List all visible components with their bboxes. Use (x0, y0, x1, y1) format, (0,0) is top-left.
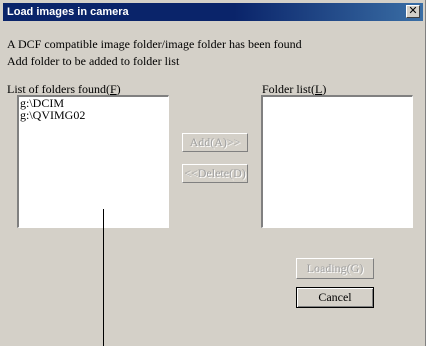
cancel-button[interactable]: Cancel (296, 287, 374, 308)
close-icon: ✕ (408, 5, 418, 17)
found-folders-listbox[interactable]: g:\DCIM g:\QVIMG02 (17, 95, 169, 228)
list-item[interactable]: g:\QVIMG02 (19, 109, 168, 121)
folder-listbox[interactable] (261, 95, 413, 228)
found-list-label-suffix: ) (116, 82, 121, 96)
loading-button-label: Loading(G) (306, 261, 364, 275)
loading-button[interactable]: Loading(G) (296, 258, 374, 279)
add-button-label: Add(A)>> (189, 135, 241, 149)
found-message: A DCF compatible image folder/image fold… (7, 37, 302, 51)
load-images-dialog: Load images in camera ✕ A DCF compatible… (0, 0, 426, 346)
delete-button-label: <<Delete(D) (184, 166, 246, 180)
delete-button[interactable]: <<Delete(D) (182, 164, 248, 183)
callout-leader-line (103, 209, 104, 346)
instruction-message: Add folder to be added to folder list (7, 54, 180, 68)
add-button[interactable]: Add(A)>> (182, 133, 248, 152)
folder-list-label-suffix: ) (322, 82, 327, 96)
cancel-button-label: Cancel (318, 290, 352, 304)
found-list-label-prefix: List of folders found( (7, 82, 110, 96)
close-button[interactable]: ✕ (406, 5, 420, 18)
found-list-label-key: F (109, 82, 117, 96)
folder-list-label-prefix: Folder list( (262, 82, 315, 96)
title-bar[interactable]: Load images in camera ✕ (3, 3, 423, 21)
dialog-title: Load images in camera (7, 6, 129, 18)
